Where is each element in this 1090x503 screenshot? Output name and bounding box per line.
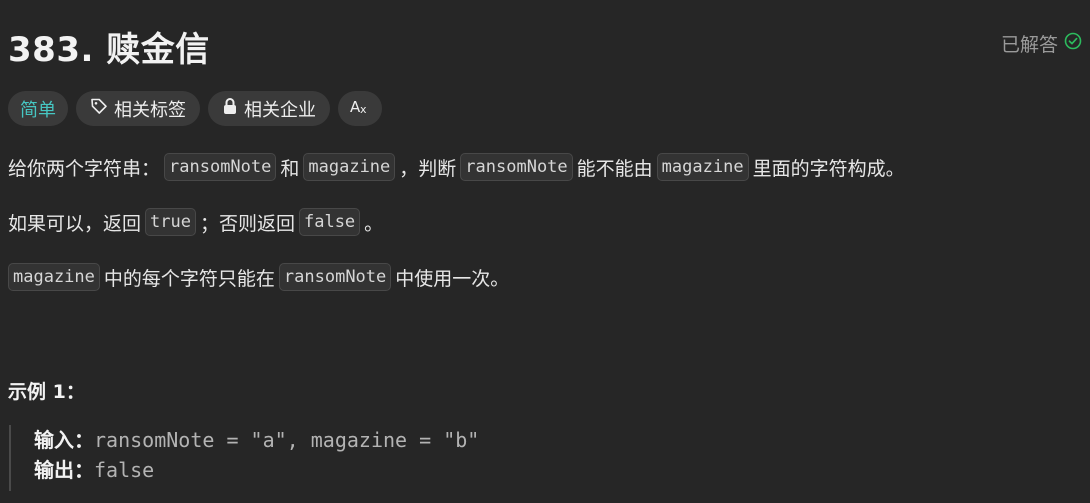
example-block: 输入： ransomNote = "a", magazine = "b" 输出：…	[9, 425, 479, 491]
desc-text: 。	[364, 212, 384, 235]
inline-code: magazine	[656, 153, 749, 181]
example-input-value: ransomNote = "a", magazine = "b"	[94, 428, 480, 452]
example-output-line: 输出： false	[34, 455, 479, 485]
example-input-line: 输入： ransomNote = "a", magazine = "b"	[34, 425, 479, 455]
description-line-2: 如果可以，返回 true ；否则返回 false 。	[8, 208, 383, 236]
desc-text: 能不能由	[576, 157, 653, 180]
problem-title: 383. 赎金信	[8, 30, 210, 70]
desc-text: 如果可以，返回	[8, 212, 142, 235]
description-line-3: magazine 中的每个字符只能在 ransomNote 中使用一次。	[8, 263, 509, 291]
desc-text: 和	[280, 157, 300, 180]
svg-text:x: x	[360, 103, 367, 115]
translate-icon: A x	[349, 97, 371, 120]
desc-text: 给你两个字符串：	[8, 157, 161, 180]
example-output-value: false	[94, 458, 155, 482]
related-tags-button[interactable]: 相关标签	[76, 91, 200, 126]
desc-text: ；否则返回	[199, 212, 295, 235]
check-circle-icon	[1064, 32, 1082, 55]
inline-code: ransomNote	[278, 263, 392, 291]
inline-code: true	[145, 208, 196, 236]
solved-status: 已解答	[1001, 30, 1082, 57]
inline-code: false	[298, 208, 361, 236]
lock-icon	[222, 97, 238, 120]
related-companies-label: 相关企业	[244, 99, 316, 121]
solved-label: 已解答	[1000, 34, 1058, 56]
related-companies-button[interactable]: 相关企业	[208, 91, 330, 126]
difficulty-badge[interactable]: 简单	[8, 91, 68, 126]
tag-icon	[90, 97, 108, 120]
inline-code: magazine	[8, 263, 100, 291]
example-title: 示例 1：	[8, 381, 85, 403]
example-output-label: 输出：	[34, 458, 94, 482]
desc-text: 中使用一次。	[395, 267, 510, 290]
difficulty-label: 简单	[20, 99, 56, 121]
tag-bar: 简单 相关标签 相关企业 A x	[8, 91, 382, 126]
inline-code: magazine	[303, 153, 396, 181]
inline-code: ransomNote	[164, 153, 277, 181]
related-tags-label: 相关标签	[114, 99, 186, 121]
translate-button[interactable]: A x	[338, 91, 382, 126]
desc-text: ，判断	[399, 157, 457, 180]
description-line-1: 给你两个字符串： ransomNote 和 magazine ，判断 ranso…	[8, 153, 905, 181]
desc-text: 里面的字符构成。	[752, 157, 905, 180]
desc-text: 中的每个字符只能在	[103, 267, 275, 290]
example-input-label: 输入：	[34, 428, 94, 452]
inline-code: ransomNote	[460, 153, 573, 181]
